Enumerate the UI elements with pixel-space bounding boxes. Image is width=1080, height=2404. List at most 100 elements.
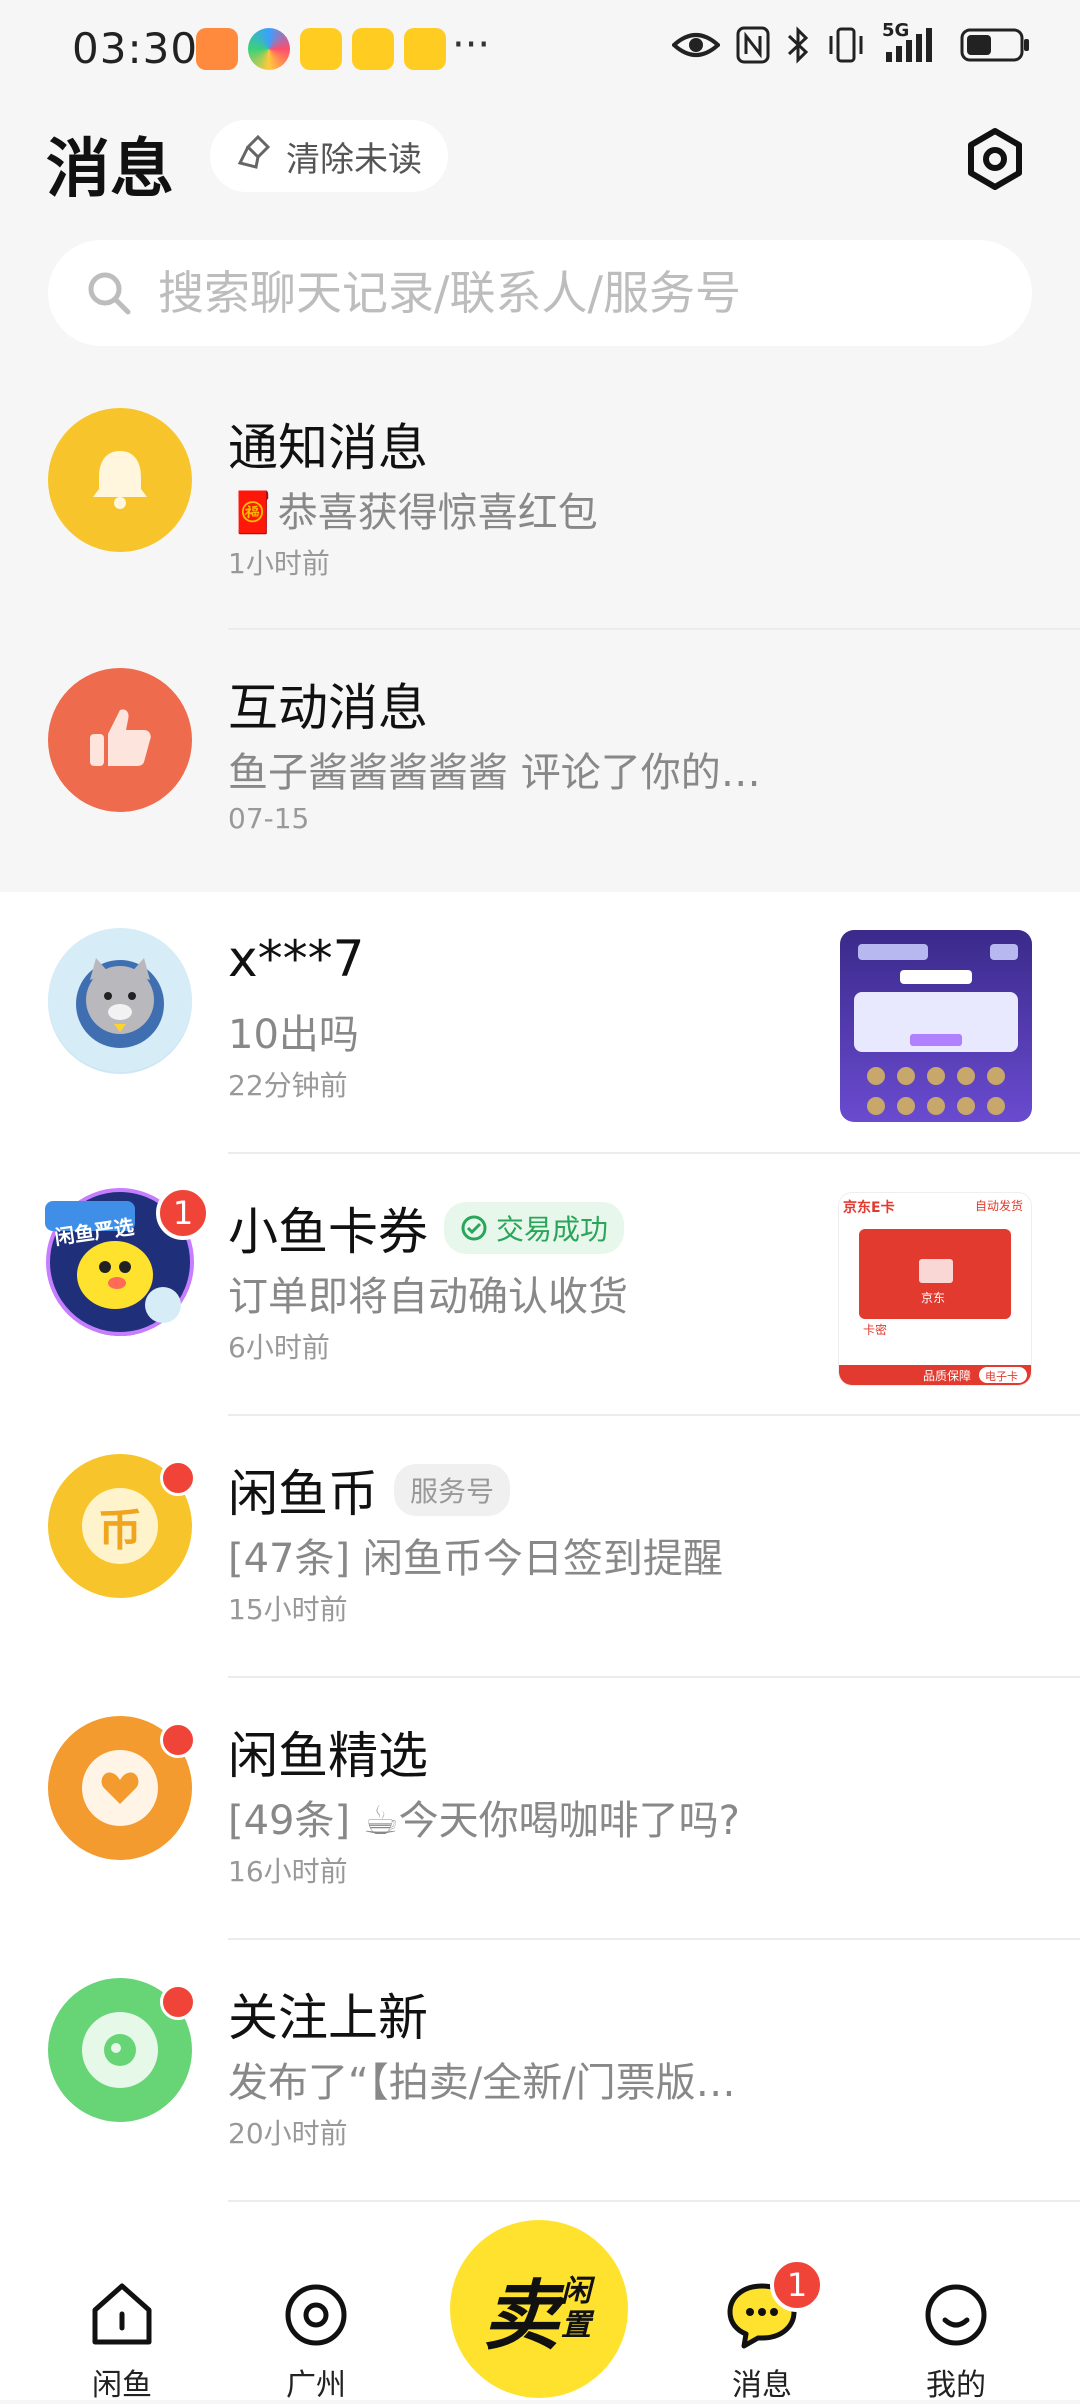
coin-icon: 币 — [82, 1488, 158, 1564]
tag-label: 交易成功 — [496, 1213, 609, 1246]
unread-badge: 1 — [156, 1186, 210, 1240]
search-input[interactable] — [156, 265, 1020, 321]
conversation-time: 15小时前 — [228, 1593, 348, 1626]
list-item[interactable]: 闲鱼精选 [49条] ☕今天你喝咖啡了吗? 16小时前 — [0, 1678, 1080, 1940]
messages-badge: 1 — [770, 2258, 824, 2312]
sell-button[interactable]: 卖 闲置 — [450, 2220, 628, 2398]
conversation-preview: 10出吗 — [228, 1012, 359, 1058]
conversation-name: 通知消息 — [228, 419, 428, 477]
conversation-name-text: 闲鱼币 — [228, 1465, 378, 1523]
sell-sub-label: 闲置 — [561, 2274, 591, 2343]
conversation-time: 07-15 — [228, 802, 310, 835]
conversation-time: 6小时前 — [228, 1331, 330, 1364]
avatar — [48, 408, 192, 552]
settings-icon[interactable] — [960, 124, 1030, 194]
conversation-preview: 🧧恭喜获得惊喜红包 — [228, 490, 598, 536]
unread-dot — [160, 1984, 196, 2020]
cat-astronaut-icon — [48, 928, 192, 1076]
conversation-name: x***7 — [228, 930, 365, 988]
signal-icon: 5G — [882, 20, 944, 64]
eye-icon — [672, 29, 720, 61]
list-item[interactable]: 币 闲鱼币 服务号 [47条] 闲鱼币今日签到提醒 15小时前 — [0, 1416, 1080, 1678]
more-notifications-icon: ··· — [452, 22, 491, 68]
pinned-list: 通知消息 🧧恭喜获得惊喜红包 1小时前 互动消息 鱼子酱酱酱酱酱 评论了你的… … — [0, 370, 1080, 892]
tab-city[interactable]: 广州 — [256, 2280, 376, 2404]
check-circle-icon — [461, 1215, 487, 1241]
avatar: 币 — [48, 1454, 196, 1598]
thumb-card-title: 京东E卡 — [843, 1200, 895, 1216]
bell-icon — [85, 443, 155, 517]
tab-messages[interactable]: 1 消息 — [702, 2258, 824, 2404]
bluetooth-icon — [786, 26, 810, 64]
thumb-jd: 京东 — [921, 1291, 946, 1305]
thumb-auto-ship: 自动发货 — [974, 1199, 1023, 1213]
notification-app-icon — [196, 28, 238, 70]
thumb-kami: 卡密 — [863, 1323, 888, 1337]
conversation-list: x***7 10出吗 22分钟前 闲鱼严选 1 小鱼卡券 交易成功 订单即将自动… — [0, 892, 1080, 2240]
list-item-notifications[interactable]: 通知消息 🧧恭喜获得惊喜红包 1小时前 — [0, 370, 1080, 630]
weibo-icon — [352, 28, 394, 70]
avatar: 闲鱼严选 1 — [45, 1186, 210, 1336]
tab-mine[interactable]: 我的 — [896, 2280, 1016, 2404]
conversation-name-text: 小鱼卡券 — [228, 1203, 428, 1261]
conversation-name: 小鱼卡券 交易成功 — [228, 1192, 625, 1264]
profile-smile-icon — [921, 2280, 991, 2354]
search-bar[interactable] — [48, 240, 1032, 346]
bottom-tab-bar: 闲鱼 广州 卖 闲置 1 消息 我的 — [0, 2220, 1080, 2403]
tab-label: 广州 — [286, 2368, 346, 2403]
tab-label: 闲鱼 — [92, 2368, 152, 2403]
list-item[interactable]: 闲鱼严选 1 小鱼卡券 交易成功 订单即将自动确认收货 6小时前 京东E卡 自动… — [0, 1154, 1080, 1416]
avatar — [48, 928, 192, 1076]
avatar — [48, 1978, 196, 2122]
conversation-name: 关注上新 — [228, 1989, 428, 2047]
search-icon — [84, 268, 134, 318]
list-item[interactable]: 关注上新 发布了“【拍卖/全新/门票版… 20小时前 — [0, 1940, 1080, 2202]
page-title: 消息 — [46, 133, 174, 207]
weibo-icon — [300, 28, 342, 70]
eye-icon — [82, 2012, 158, 2088]
conversation-name: 闲鱼精选 — [228, 1727, 428, 1785]
notification-app-icon — [248, 28, 290, 70]
broom-icon — [236, 133, 274, 180]
tab-home[interactable]: 闲鱼 — [62, 2280, 182, 2404]
unread-dot — [160, 1722, 196, 1758]
weibo-icon — [404, 28, 446, 70]
conversation-time: 22分钟前 — [228, 1069, 348, 1102]
conversation-preview: 发布了“【拍卖/全新/门票版… — [228, 2060, 736, 2106]
thumbs-up-icon — [82, 700, 158, 780]
conversation-preview: 鱼子酱酱酱酱酱 评论了你的… — [228, 750, 761, 796]
thumb-ecard: 电子卡 — [985, 1370, 1018, 1383]
network-label: 5G — [882, 20, 910, 41]
status-bar: 03:30 ··· 5G — [0, 0, 1080, 100]
conversation-time: 16小时前 — [228, 1855, 348, 1888]
battery-icon — [960, 26, 1032, 64]
list-item-interactions[interactable]: 互动消息 鱼子酱酱酱酱酱 评论了你的… 07-15 — [0, 630, 1080, 892]
item-thumbnail[interactable] — [840, 930, 1032, 1122]
conversation-time: 1小时前 — [228, 547, 330, 580]
sell-label: 卖 — [483, 2271, 559, 2360]
conversation-time: 20小时前 — [228, 2117, 348, 2150]
conversation-preview: [47条] 闲鱼币今日签到提醒 — [228, 1536, 723, 1582]
unread-dot — [160, 1460, 196, 1496]
home-icon — [87, 2280, 157, 2354]
item-thumbnail[interactable]: 京东E卡 自动发货 京东 卡密 品质保障 电子卡 — [838, 1192, 1032, 1386]
trade-success-tag: 交易成功 — [444, 1202, 625, 1254]
conversation-preview: [49条] ☕今天你喝咖啡了吗? — [228, 1798, 740, 1844]
avatar — [48, 668, 192, 812]
divider — [228, 2200, 1080, 2202]
conversation-name: 互动消息 — [228, 679, 428, 737]
header: 消息 清除未读 — [0, 110, 1080, 210]
nfc-icon — [736, 26, 770, 64]
conversation-name: 闲鱼币 服务号 — [228, 1454, 511, 1526]
status-time: 03:30 — [72, 24, 199, 73]
tab-label: 我的 — [926, 2368, 986, 2403]
heart-icon — [82, 1750, 158, 1826]
coin-char: 币 — [98, 1505, 142, 1556]
location-icon — [281, 2280, 351, 2354]
avatar — [48, 1716, 196, 1860]
tab-label: 消息 — [732, 2368, 792, 2403]
conversation-preview: 订单即将自动确认收货 — [228, 1274, 628, 1320]
clear-unread-button[interactable]: 清除未读 — [210, 120, 448, 192]
list-item[interactable]: x***7 10出吗 22分钟前 — [0, 892, 1080, 1154]
service-account-tag: 服务号 — [394, 1464, 511, 1516]
